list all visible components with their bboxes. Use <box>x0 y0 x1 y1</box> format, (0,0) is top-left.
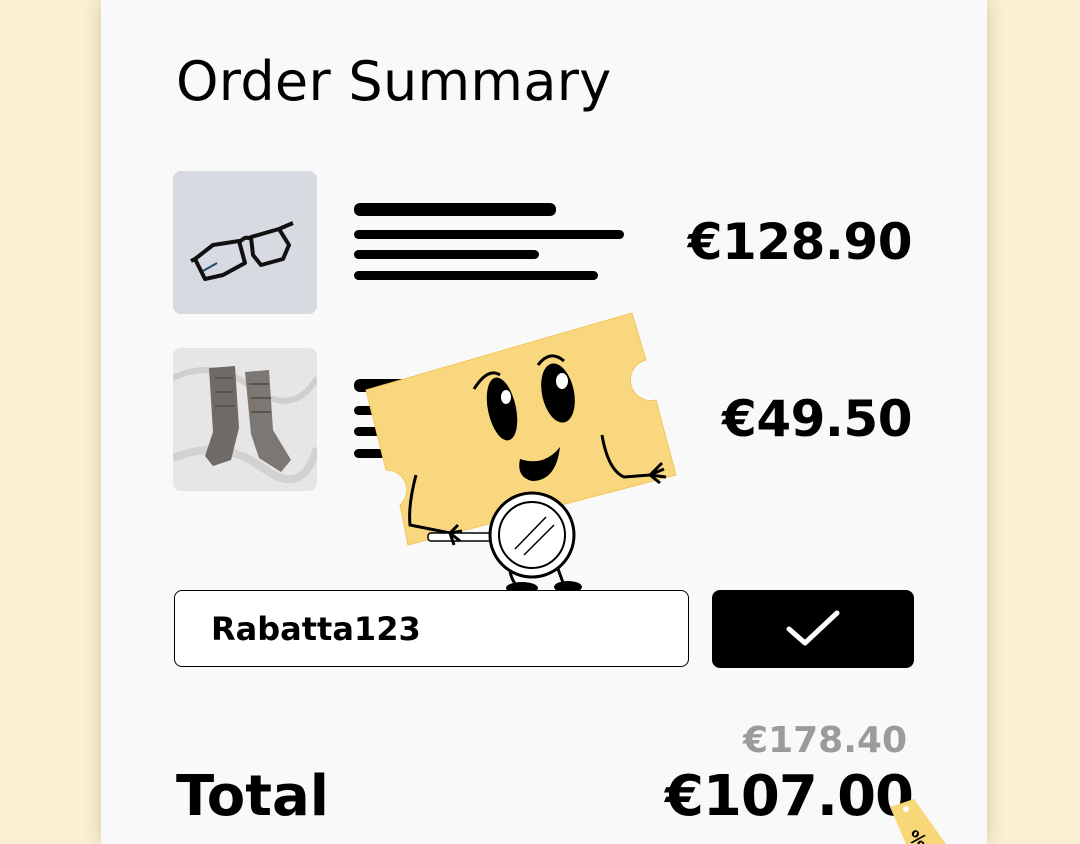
glasses-photo <box>173 171 317 314</box>
coupon-code-input[interactable] <box>174 590 689 667</box>
glasses-thumbnail <box>173 171 317 314</box>
socks-thumbnail <box>173 348 317 491</box>
checkmark-icon <box>786 610 840 646</box>
total-label: Total <box>176 764 329 829</box>
item-price: €49.50 <box>722 390 912 448</box>
socks-photo <box>173 348 317 491</box>
apply-coupon-button[interactable] <box>712 590 914 668</box>
placeholder-line <box>354 203 556 216</box>
placeholder-line <box>354 230 624 239</box>
original-total: €178.40 <box>743 720 907 761</box>
item-price: €128.90 <box>687 213 913 271</box>
placeholder-line <box>354 271 598 280</box>
placeholder-line <box>354 250 539 259</box>
page-title: Order Summary <box>176 50 612 114</box>
total-value: €107.00 <box>664 764 914 829</box>
discount-tag-icon: % <box>890 799 946 844</box>
coupon-ticket-mascot <box>365 312 677 594</box>
